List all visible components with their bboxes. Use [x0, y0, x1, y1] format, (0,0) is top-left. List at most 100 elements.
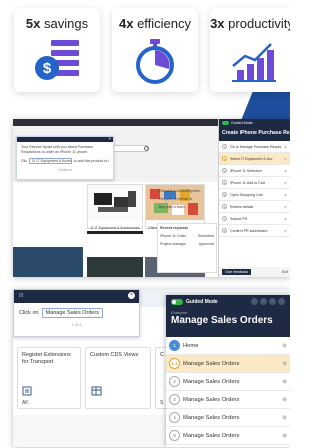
- step-item[interactable]: 4 Manage Sales Orders ◉: [166, 409, 290, 427]
- step-number: 7: [222, 216, 227, 221]
- panel-header: Guided Mode Enterpret Manage Sales Order…: [166, 295, 290, 337]
- popup-target-chip: Manage Sales Orders: [41, 308, 104, 318]
- request-name[interactable]: iPhone 11 Order: [160, 234, 186, 238]
- step-item[interactable]: 5 Manage Sales Orders ◉: [166, 427, 290, 445]
- step-label: Go to Manage Purchase Requisitions: [230, 144, 281, 149]
- eye-icon[interactable]: ◉: [284, 181, 287, 185]
- step-list: 1Go to Manage Purchase Requisitions◉2Sel…: [219, 141, 290, 237]
- step-number: 1: [222, 144, 227, 149]
- tile-footer: All: [22, 400, 28, 406]
- eye-icon[interactable]: ◉: [282, 343, 287, 349]
- search-icon: [144, 146, 149, 151]
- step-number: 5: [169, 430, 180, 441]
- step-label: Manage Sales Orders: [183, 432, 240, 439]
- step-number: 4: [222, 180, 227, 185]
- step-label: Manage Sales Orders: [183, 360, 240, 367]
- quick-links: Request a consulting item Request on beh…: [159, 187, 217, 211]
- step-item[interactable]: 3 Manage Sales Orders ◉: [166, 391, 290, 409]
- toggle-switch[interactable]: [171, 299, 183, 305]
- stat-label: efficiency: [137, 16, 192, 31]
- side-image: [13, 247, 83, 277]
- step-number: 4: [169, 412, 180, 423]
- guide-popup: ⁞⁞⁞ × Click on Manage Sales Orders 1 of …: [13, 289, 140, 337]
- give-feedback-button[interactable]: Give feedback: [222, 269, 251, 275]
- tile-divider: [87, 231, 143, 234]
- eye-icon[interactable]: ◉: [284, 229, 287, 233]
- step-item[interactable]: 5 Open Shopping Cart ◉: [219, 189, 290, 201]
- step-item[interactable]: 1 Home ◉: [166, 337, 290, 355]
- step-item[interactable]: 2 Select IT Equipment & Acc ◉: [219, 153, 290, 165]
- popup-click-label: Click: [21, 159, 27, 163]
- step-item[interactable]: 4 iPhone 11 Add to Cart ◉: [219, 177, 290, 189]
- request-name[interactable]: Project manager: [160, 242, 186, 246]
- step-label: Confirm PR submission: [230, 228, 268, 233]
- continue-button[interactable]: Continue: [17, 168, 113, 172]
- step-item[interactable]: 3 iPhone 11 Selection ◉: [219, 165, 290, 177]
- step-number: 2: [222, 156, 227, 161]
- product-tile[interactable]: 11 IT Equipment & Accessories: [87, 184, 143, 230]
- guided-panel: Guided Mode Create iPhone Purchase Req 1…: [218, 119, 290, 277]
- svg-text:$: $: [43, 60, 52, 77]
- dollar-list-icon: $: [35, 40, 79, 80]
- eye-icon[interactable]: ◉: [282, 379, 287, 385]
- step-item[interactable]: 8 Confirm PR submission ◉: [219, 225, 290, 237]
- link-consulting[interactable]: Request a consulting item: [159, 187, 217, 195]
- popup-target-chip: 11 IT Equipment & Accessories: [28, 158, 72, 164]
- eye-icon[interactable]: ◉: [282, 433, 287, 439]
- stat-card-savings: 5x savings $: [14, 8, 100, 92]
- popup-header: ×: [17, 136, 113, 142]
- eye-icon[interactable]: ◉: [284, 157, 287, 161]
- popup-pager: 1 of 8: [71, 322, 82, 327]
- eye-icon[interactable]: ◉: [282, 361, 287, 367]
- eye-icon[interactable]: ◉: [282, 397, 287, 403]
- recent-requests: Recent requests iPhone 11 Order Submitte…: [157, 223, 217, 273]
- eye-icon[interactable]: ◉: [284, 217, 287, 221]
- step-item[interactable]: 2 Manage Sales Orders ◉: [166, 373, 290, 391]
- step-label: iPhone 11 Add to Cart: [230, 180, 265, 185]
- step-item[interactable]: 7 Submit PR ◉: [219, 213, 290, 225]
- eye-icon[interactable]: ◉: [284, 169, 287, 173]
- minimize-icon[interactable]: [260, 298, 267, 305]
- purchase-requisition-screenshot: × Your Director spoke with you about Pur…: [13, 119, 290, 277]
- step-number: 6: [222, 204, 227, 209]
- bar-chart-trend-icon: [232, 43, 276, 82]
- step-number: 2: [169, 376, 180, 387]
- close-icon[interactable]: [278, 298, 285, 305]
- link-behalf[interactable]: Request on behalf of: [159, 195, 217, 203]
- pause-icon[interactable]: [251, 298, 258, 305]
- step-number: 3: [169, 394, 180, 405]
- close-icon[interactable]: ×: [108, 136, 111, 141]
- eye-icon[interactable]: ◉: [284, 193, 287, 197]
- toggle-switch[interactable]: [222, 121, 229, 125]
- drag-handle-icon[interactable]: ⁞⁞⁞: [19, 293, 23, 299]
- stat-card-efficiency: 4x efficiency: [112, 8, 198, 92]
- guide-popup: × Your Director spoke with you about Pur…: [16, 136, 114, 180]
- step-item[interactable]: 1.1 Manage Sales Orders ◉: [166, 355, 290, 373]
- step-item[interactable]: 6 Review details ◉: [219, 201, 290, 213]
- step-item[interactable]: 1Go to Manage Purchase Requisitions◉: [219, 141, 290, 153]
- stat-value: 5x: [25, 16, 41, 31]
- app-tile-register-extensions[interactable]: Register Extensions for Transport All: [17, 347, 81, 409]
- eye-icon[interactable]: ◉: [282, 415, 287, 421]
- eye-icon[interactable]: ◉: [284, 145, 287, 149]
- electronics-image: [88, 185, 142, 220]
- link-team[interactable]: Buy with a team: [159, 203, 217, 211]
- app-tile-custom-cds-views[interactable]: Custom CDS Views: [85, 347, 151, 409]
- stat-label: productivity: [228, 16, 290, 31]
- step-label: Open Shopping Cart: [230, 192, 263, 197]
- step-number: 8: [222, 228, 227, 233]
- step-label: Manage Sales Orders: [183, 414, 240, 421]
- exit-button[interactable]: Exit: [282, 270, 288, 274]
- step-number: 5: [222, 192, 227, 197]
- stopwatch-icon: [136, 39, 174, 84]
- panel-brand: Guided Mode: [186, 299, 218, 305]
- stat-value: 3x: [210, 16, 225, 31]
- close-icon[interactable]: ×: [128, 292, 135, 299]
- popup-header: ⁞⁞⁞ ×: [14, 290, 139, 303]
- tile-footer: S: [160, 400, 164, 406]
- tile-image-bottom: [87, 257, 143, 277]
- eye-icon[interactable]: ◉: [284, 205, 287, 209]
- panel-header: Guided Mode Create iPhone Purchase Req: [219, 119, 290, 141]
- stat-value: 4x: [118, 16, 134, 31]
- settings-icon[interactable]: [269, 298, 276, 305]
